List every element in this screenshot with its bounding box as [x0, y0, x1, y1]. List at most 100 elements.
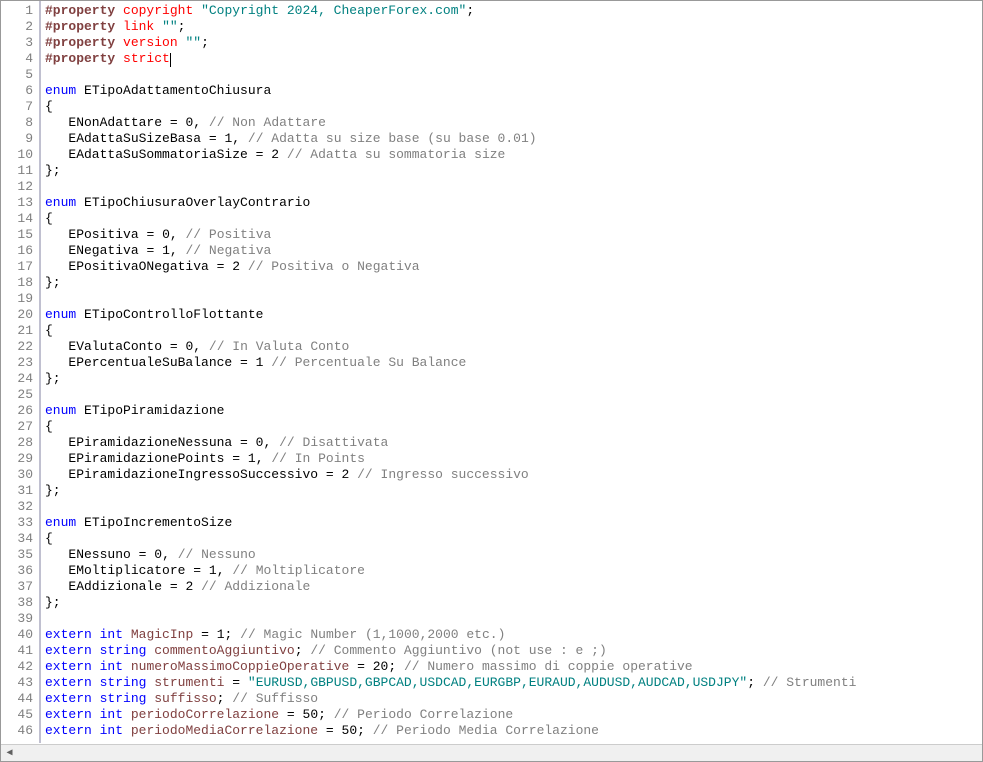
token-id: ETipoAdattamentoChiusura — [84, 83, 271, 98]
line-number: 17 — [1, 259, 33, 275]
code-line[interactable]: #property copyright "Copyright 2024, Che… — [45, 3, 982, 19]
line-number: 2 — [1, 19, 33, 35]
code-line[interactable]: }; — [45, 163, 982, 179]
code-line[interactable]: }; — [45, 371, 982, 387]
token-id: EValutaConto — [68, 339, 162, 354]
token-op: ; — [747, 675, 755, 690]
token-cmt: // Adatta su sommatoria size — [287, 147, 505, 162]
code-line[interactable]: extern int periodoCorrelazione = 50; // … — [45, 707, 982, 723]
token-num: 1 — [248, 451, 256, 466]
code-line[interactable]: ENonAdattare = 0, // Non Adattare — [45, 115, 982, 131]
line-number: 24 — [1, 371, 33, 387]
code-line[interactable]: ENegativa = 1, // Negativa — [45, 243, 982, 259]
token-op: = — [240, 435, 248, 450]
line-number: 39 — [1, 611, 33, 627]
code-line[interactable]: }; — [45, 275, 982, 291]
token-op: = — [139, 547, 147, 562]
code-line[interactable]: EValutaConto = 0, // In Valuta Conto — [45, 339, 982, 355]
code-line[interactable]: enum ETipoPiramidazione — [45, 403, 982, 419]
token-op: = — [146, 227, 154, 242]
code-line[interactable] — [45, 291, 982, 307]
horizontal-scrollbar[interactable]: ◀ — [1, 744, 982, 761]
token-op: = — [201, 627, 209, 642]
token-type: int — [100, 723, 123, 738]
token-num: 0 — [162, 227, 170, 242]
code-line[interactable]: EPositivaONegativa = 2 // Positiva o Neg… — [45, 259, 982, 275]
token-cmt: // Adatta su size base (su base 0.01) — [248, 131, 537, 146]
code-line[interactable]: EAdattaSuSommatoriaSize = 2 // Adatta su… — [45, 147, 982, 163]
line-number: 40 — [1, 627, 33, 643]
line-number: 18 — [1, 275, 33, 291]
token-op: , — [170, 243, 178, 258]
token-kw: extern — [45, 707, 92, 722]
code-line[interactable]: EPositiva = 0, // Positiva — [45, 227, 982, 243]
token-cmt: // Periodo Media Correlazione — [373, 723, 599, 738]
code-line[interactable]: extern int numeroMassimoCoppieOperative … — [45, 659, 982, 675]
code-line[interactable] — [45, 611, 982, 627]
code-line[interactable]: #property version ""; — [45, 35, 982, 51]
token-cmt: // Commento Aggiuntivo (not use : e ;) — [310, 643, 606, 658]
code-area[interactable]: #property copyright "Copyright 2024, Che… — [41, 1, 982, 743]
token-op: { — [45, 323, 53, 338]
token-op: = — [209, 131, 217, 146]
code-line[interactable]: EPiramidazioneIngressoSuccessivo = 2 // … — [45, 467, 982, 483]
token-id: EMoltiplicatore — [68, 563, 185, 578]
scrollbar-track[interactable] — [18, 745, 982, 761]
code-line[interactable]: }; — [45, 595, 982, 611]
token-dname: copyright — [123, 3, 193, 18]
code-line[interactable]: extern string commentoAggiuntivo; // Com… — [45, 643, 982, 659]
text-cursor — [170, 53, 171, 67]
token-op: { — [45, 531, 53, 546]
token-op: = — [193, 563, 201, 578]
line-number: 22 — [1, 339, 33, 355]
token-op: { — [45, 99, 53, 114]
code-line[interactable]: EPercentualeSuBalance = 1 // Percentuale… — [45, 355, 982, 371]
code-line[interactable]: EAddizionale = 2 // Addizionale — [45, 579, 982, 595]
line-number: 5 — [1, 67, 33, 83]
code-line[interactable]: ENessuno = 0, // Nessuno — [45, 547, 982, 563]
code-line[interactable]: extern int periodoMediaCorrelazione = 50… — [45, 723, 982, 739]
token-op: = — [170, 579, 178, 594]
code-line[interactable] — [45, 387, 982, 403]
code-line[interactable]: { — [45, 531, 982, 547]
token-op: }; — [45, 595, 61, 610]
code-line[interactable]: enum ETipoIncrementoSize — [45, 515, 982, 531]
token-id: EPositiva — [68, 227, 138, 242]
code-line[interactable]: { — [45, 323, 982, 339]
token-var: periodoCorrelazione — [131, 707, 279, 722]
code-line[interactable]: enum ETipoChiusuraOverlayContrario — [45, 195, 982, 211]
code-line[interactable]: EPiramidazioneNessuna = 0, // Disattivat… — [45, 435, 982, 451]
token-op: { — [45, 211, 53, 226]
code-line[interactable]: }; — [45, 483, 982, 499]
token-num: 1 — [162, 243, 170, 258]
token-kw: enum — [45, 83, 76, 98]
token-type: string — [100, 643, 147, 658]
line-number: 36 — [1, 563, 33, 579]
token-type: string — [100, 675, 147, 690]
code-line[interactable]: #property link ""; — [45, 19, 982, 35]
code-line[interactable]: enum ETipoControlloFlottante — [45, 307, 982, 323]
code-line[interactable]: extern int MagicInp = 1; // Magic Number… — [45, 627, 982, 643]
token-op: }; — [45, 371, 61, 386]
token-op: , — [256, 451, 264, 466]
code-line[interactable]: EAdattaSuSizeBasa = 1, // Adatta su size… — [45, 131, 982, 147]
token-op: , — [232, 131, 240, 146]
code-line[interactable]: { — [45, 99, 982, 115]
code-line[interactable] — [45, 179, 982, 195]
line-number: 9 — [1, 131, 33, 147]
code-line[interactable]: EMoltiplicatore = 1, // Moltiplicatore — [45, 563, 982, 579]
code-line[interactable]: extern string suffisso; // Suffisso — [45, 691, 982, 707]
code-editor[interactable]: 1234567891011121314151617181920212223242… — [1, 1, 982, 743]
scroll-left-arrow-icon[interactable]: ◀ — [1, 745, 18, 762]
code-line[interactable]: enum ETipoAdattamentoChiusura — [45, 83, 982, 99]
code-line[interactable]: EPiramidazionePoints = 1, // In Points — [45, 451, 982, 467]
code-line[interactable]: { — [45, 419, 982, 435]
line-number: 12 — [1, 179, 33, 195]
code-line[interactable]: #property strict — [45, 51, 982, 67]
token-cmt: // Numero massimo di coppie operative — [404, 659, 693, 674]
code-line[interactable]: extern string strumenti = "EURUSD,GBPUSD… — [45, 675, 982, 691]
code-line[interactable]: { — [45, 211, 982, 227]
code-line[interactable] — [45, 67, 982, 83]
code-line[interactable] — [45, 499, 982, 515]
token-num: 2 — [341, 467, 349, 482]
